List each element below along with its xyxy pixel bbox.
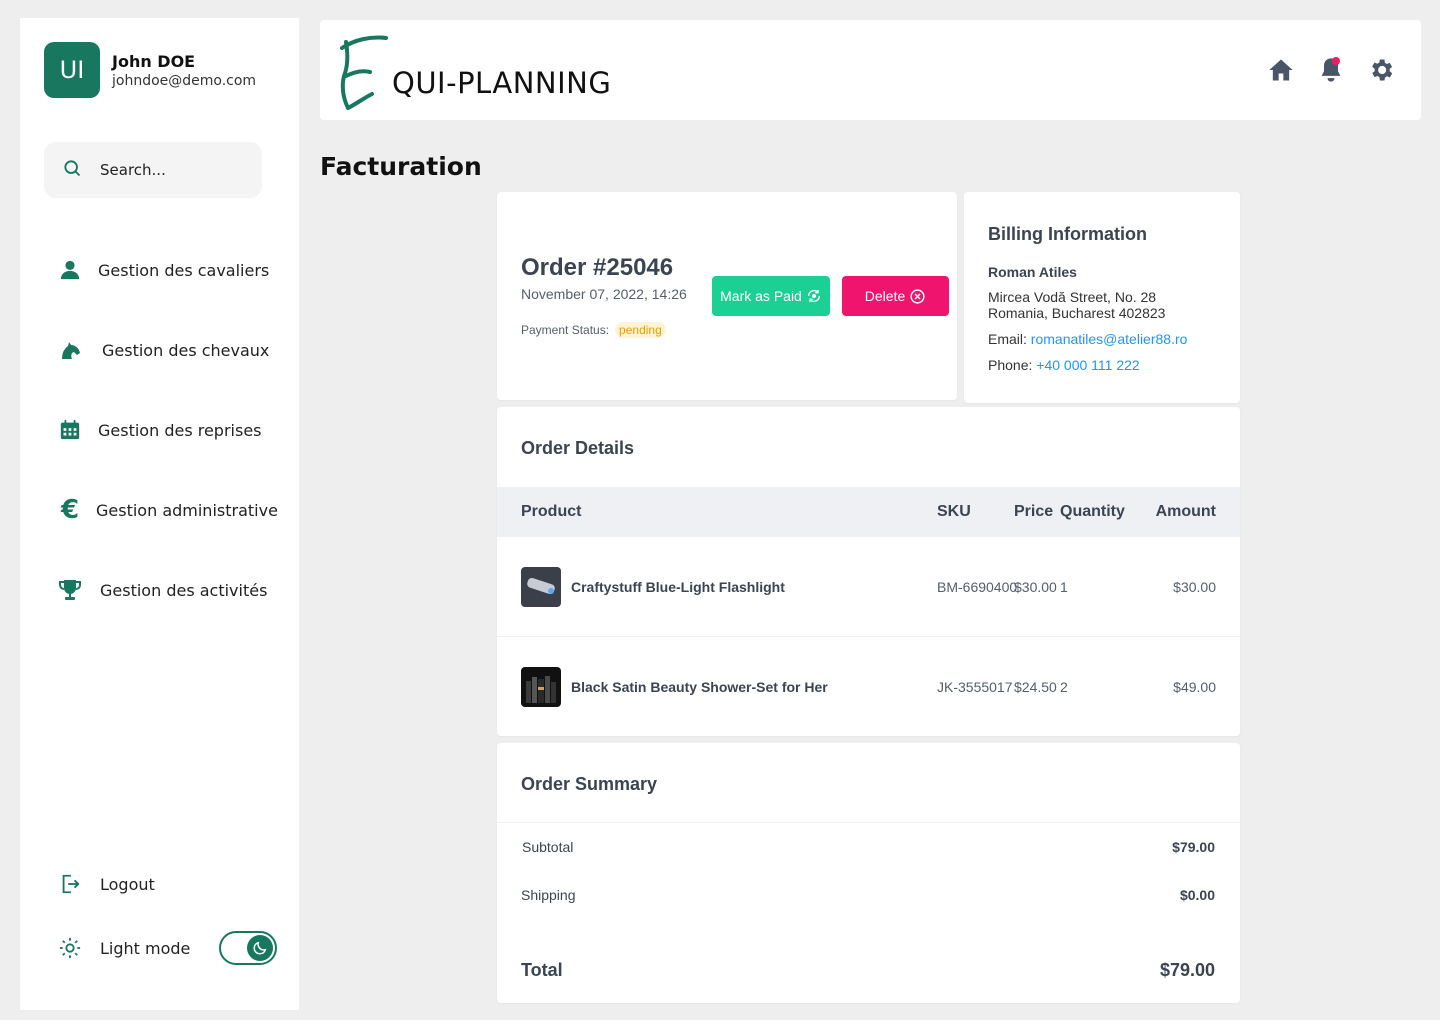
- order-date: November 07, 2022, 14:26: [521, 286, 687, 302]
- order-summary-card: Order Summary Subtotal $79.00 Shipping $…: [497, 743, 1240, 1003]
- order-title: Order #25046: [521, 254, 674, 281]
- notification-dot: [1332, 57, 1340, 65]
- product-thumbnail: [521, 667, 561, 707]
- user-name: John DOE: [112, 51, 196, 71]
- phone-label: Phone:: [988, 357, 1033, 373]
- nav-label: Gestion administrative: [96, 500, 278, 520]
- table-header: Product SKU Price Quantity Amount: [497, 487, 1240, 537]
- mark-as-paid-button[interactable]: Mark as Paid: [712, 276, 830, 316]
- nav-label: Gestion des activités: [100, 580, 268, 600]
- billing-address-line1: Mircea Vodă Street, No. 28: [988, 289, 1157, 305]
- search-box[interactable]: [44, 142, 262, 198]
- logo-text: QUI-PLANNING: [392, 66, 612, 100]
- nav-item-chevaux[interactable]: Gestion des chevaux: [58, 338, 269, 362]
- product-amount: $49.00: [1173, 679, 1216, 695]
- close-circle-icon: [910, 288, 925, 304]
- shipping-value: $0.00: [1179, 887, 1215, 903]
- nav-label: Gestion des reprises: [98, 420, 262, 440]
- product-sku: BM-6690400: [937, 579, 1018, 595]
- product-quantity: 2: [1060, 679, 1068, 695]
- billing-phone: Phone: +40 000 111 222: [988, 357, 1140, 373]
- column-sku: SKU: [937, 503, 971, 520]
- search-icon: [62, 158, 82, 183]
- billing-address-line2: Romania, Bucharest 402823: [988, 305, 1166, 321]
- theme-toggle[interactable]: [219, 931, 277, 965]
- bell-icon[interactable]: [1317, 56, 1345, 84]
- table-row[interactable]: Black Satin Beauty Shower-Set for Her JK…: [497, 637, 1240, 737]
- product-amount: $30.00: [1173, 579, 1216, 595]
- product-quantity: 1: [1060, 579, 1068, 595]
- home-icon[interactable]: [1267, 56, 1295, 84]
- subtotal-value: $79.00: [1172, 839, 1215, 855]
- product-name[interactable]: Craftystuff Blue-Light Flashlight: [571, 579, 785, 595]
- search-input[interactable]: [100, 161, 240, 179]
- product-thumbnail: [521, 567, 561, 607]
- logo-e-mark: [340, 35, 388, 110]
- nav-label: Gestion des chevaux: [102, 340, 270, 360]
- nav-item-cavaliers[interactable]: Gestion des cavaliers: [58, 258, 269, 282]
- payment-status-label: Payment Status:: [521, 323, 610, 337]
- logout-button[interactable]: Logout: [58, 872, 155, 896]
- sidebar: UI John DOE johndoe@demo.com Gestion des…: [20, 18, 299, 1010]
- subtotal-label: Subtotal: [522, 839, 574, 855]
- status-badge: pending: [615, 322, 666, 338]
- billing-name: Roman Atiles: [988, 264, 1077, 280]
- theme-row: Light mode: [58, 936, 190, 960]
- delete-button[interactable]: Delete: [842, 276, 949, 316]
- product-name[interactable]: Black Satin Beauty Shower-Set for Her: [571, 679, 828, 695]
- nav-label: Gestion des cavaliers: [98, 260, 270, 280]
- delete-label: Delete: [864, 288, 906, 304]
- order-summary-title: Order Summary: [521, 774, 658, 794]
- billing-title: Billing Information: [988, 224, 1147, 244]
- user-email: johndoe@demo.com: [112, 72, 257, 89]
- billing-card: Billing Information Roman Atiles Mircea …: [964, 192, 1240, 403]
- product-price: $30.00: [1014, 579, 1057, 595]
- top-header: QUI-PLANNING: [320, 20, 1421, 120]
- sun-icon: [58, 936, 82, 960]
- theme-label: Light mode: [100, 938, 191, 958]
- email-label: Email:: [988, 331, 1027, 347]
- column-amount: Amount: [1155, 503, 1216, 520]
- table-row[interactable]: Craftystuff Blue-Light Flashlight BM-669…: [497, 537, 1240, 637]
- logout-label: Logout: [100, 874, 155, 894]
- refresh-icon: [807, 290, 820, 302]
- email-link[interactable]: romanatiles@atelier88.ro: [1031, 331, 1188, 347]
- page-title: Facturation: [320, 152, 482, 181]
- trophy-icon: [58, 578, 82, 602]
- payment-status: Payment Status: pending: [521, 322, 666, 338]
- logout-icon: [58, 872, 82, 896]
- order-details-card: Order Details Product SKU Price Quantity…: [497, 407, 1240, 736]
- total-value: $79.00: [1159, 960, 1215, 980]
- moon-icon: [247, 935, 273, 961]
- nav-item-administrative[interactable]: € Gestion administrative: [58, 495, 278, 525]
- user-profile: UI John DOE johndoe@demo.com: [44, 42, 256, 98]
- calendar-icon: [58, 418, 82, 442]
- billing-email: Email: romanatiles@atelier88.ro: [988, 331, 1187, 347]
- divider: [497, 822, 1240, 823]
- avatar: UI: [44, 42, 100, 98]
- nav-item-activites[interactable]: Gestion des activités: [58, 578, 267, 602]
- gear-icon[interactable]: [1367, 56, 1395, 84]
- order-card: Order #25046 November 07, 2022, 14:26 Pa…: [497, 192, 957, 400]
- column-price: Price: [1014, 503, 1054, 520]
- phone-link[interactable]: +40 000 111 222: [1036, 357, 1139, 373]
- total-label: Total: [521, 960, 563, 980]
- user-icon: [58, 258, 82, 282]
- euro-icon: €: [60, 495, 80, 525]
- mark-as-paid-label: Mark as Paid: [720, 288, 802, 304]
- order-details-title: Order Details: [521, 438, 635, 458]
- column-product: Product: [521, 503, 582, 520]
- horse-icon: [58, 338, 82, 362]
- product-price: $24.50: [1014, 679, 1057, 695]
- product-sku: JK-3555017: [937, 679, 1013, 695]
- nav-item-reprises[interactable]: Gestion des reprises: [58, 418, 262, 442]
- shipping-label: Shipping: [521, 887, 576, 903]
- column-quantity: Quantity: [1060, 503, 1125, 520]
- logo[interactable]: QUI-PLANNING: [340, 34, 611, 112]
